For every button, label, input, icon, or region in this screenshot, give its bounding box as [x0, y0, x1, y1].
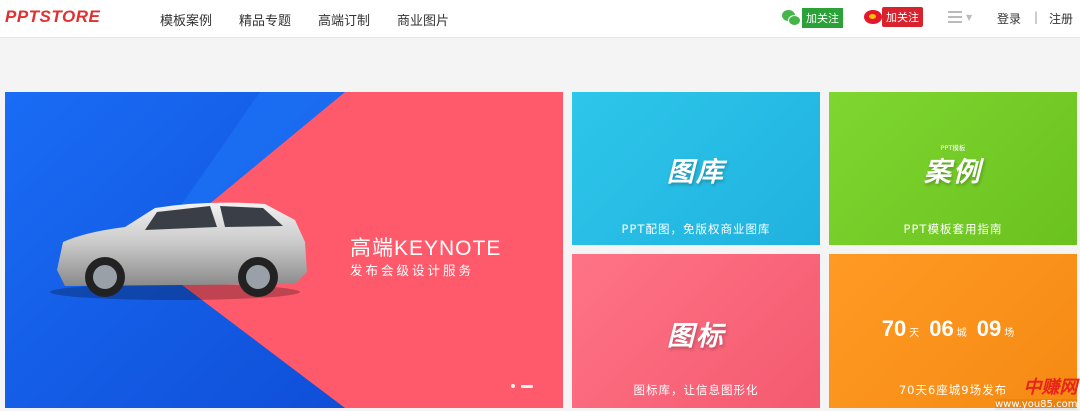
tile-caption: PPT模板套用指南 — [903, 222, 1003, 236]
tile-caption: PPT配图，免版权商业图库 — [621, 222, 771, 236]
tile-caption: 图标库，让信息图形化 — [633, 383, 759, 397]
banner-subtitle: 发布会级设计服务 — [350, 263, 475, 278]
weibo-icon — [864, 10, 882, 24]
countdown-cities-unit: 城 — [956, 328, 967, 339]
countdown-events-unit: 场 — [1004, 328, 1015, 339]
watermark-url: www.you85.com — [995, 399, 1078, 410]
tile-gallery[interactable]: 图库 PPT配图，免版权商业图库 — [572, 92, 820, 245]
top-header: PPTSTORE 模板案例 精品专题 高端订制 商业图片 加关注 加关注 ▼ 登… — [0, 0, 1080, 38]
menu-icon[interactable] — [948, 11, 962, 23]
weibo-follow-label: 加关注 — [882, 7, 923, 27]
wechat-follow-label: 加关注 — [802, 8, 843, 28]
login-link[interactable]: 登录 — [997, 10, 1021, 27]
tile-title: 案例 — [924, 157, 982, 188]
tile-title: 图标 — [667, 321, 725, 352]
watermark-main: 中赚网 — [1023, 377, 1078, 398]
countdown-days-unit: 天 — [909, 328, 920, 339]
tile-cases[interactable]: PPT模板 案例 PPT模板套用指南 — [829, 92, 1077, 245]
main-nav: 模板案例 精品专题 高端订制 商业图片 — [160, 10, 476, 29]
hero-banner[interactable]: 高端KEYNOTE 发布会级设计服务 — [5, 92, 563, 408]
site-logo[interactable]: PPTSTORE — [5, 7, 100, 27]
countdown-cities: 06 — [929, 316, 954, 341]
wechat-icon — [782, 10, 801, 26]
weibo-follow-button[interactable]: 加关注 — [864, 7, 923, 27]
nav-item-custom[interactable]: 高端订制 — [318, 10, 370, 29]
tile-icons[interactable]: 图标 图标库，让信息图形化 — [572, 254, 820, 408]
watermark: 中赚网 www.you85.com — [995, 373, 1078, 410]
header-separator: | — [1034, 10, 1039, 24]
wechat-follow-button[interactable]: 加关注 — [782, 8, 843, 28]
countdown: 70 天 06 城 09 场 — [829, 316, 1077, 342]
nav-item-templates[interactable]: 模板案例 — [160, 10, 212, 29]
carousel-dot-active[interactable] — [521, 384, 533, 388]
register-link[interactable]: 注册 — [1049, 10, 1073, 27]
chevron-down-icon[interactable]: ▼ — [966, 13, 972, 22]
nav-item-images[interactable]: 商业图片 — [397, 10, 449, 29]
countdown-days: 70 — [881, 316, 907, 341]
nav-item-topics[interactable]: 精品专题 — [239, 10, 291, 29]
tile-title: 图库 — [667, 157, 725, 188]
carousel-dot[interactable] — [511, 384, 515, 388]
countdown-events: 09 — [976, 316, 1002, 341]
carousel-dots — [511, 384, 539, 388]
banner-title: 高端KEYNOTE — [350, 237, 502, 260]
